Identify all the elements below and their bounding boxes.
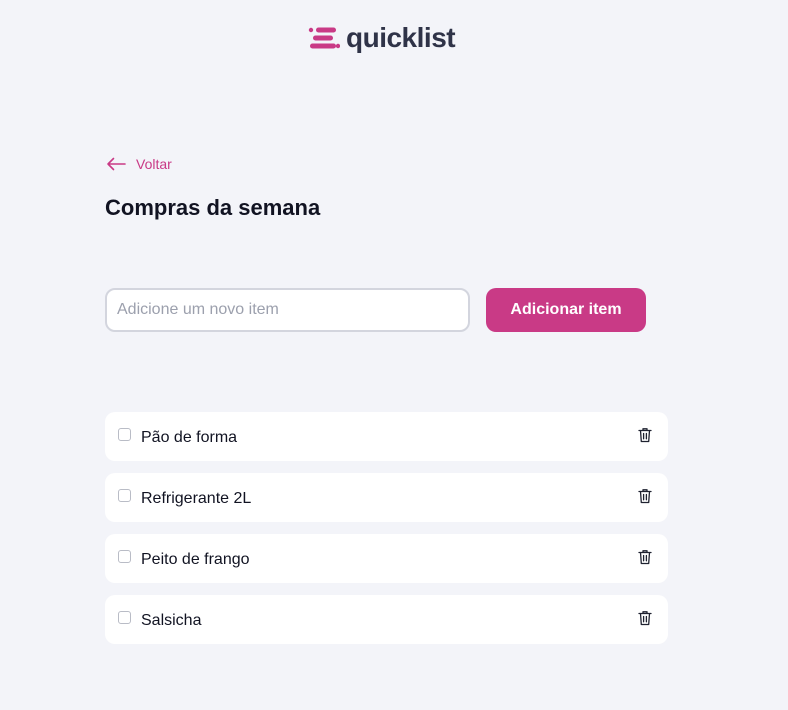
back-link-label: Voltar [136, 156, 172, 172]
list-item: Refrigerante 2L [105, 473, 668, 522]
item-checkbox[interactable] [118, 611, 131, 624]
trash-icon [638, 489, 652, 504]
delete-item-button[interactable] [635, 486, 655, 506]
back-link[interactable]: Voltar [106, 153, 172, 175]
item-label: Pão de forma [141, 428, 238, 446]
trash-icon [638, 550, 652, 565]
list-item: Peito de frango [105, 534, 668, 583]
add-item-button[interactable]: Adicionar item [486, 288, 646, 332]
delete-item-button[interactable] [635, 608, 655, 628]
item-checkbox[interactable] [118, 550, 131, 563]
delete-item-button[interactable] [635, 425, 655, 445]
app-name: quicklist [346, 22, 456, 53]
trash-icon [638, 428, 652, 443]
add-item-form: Adicionar item [105, 288, 646, 332]
delete-item-button[interactable] [635, 547, 655, 567]
list-lines-icon [308, 27, 340, 49]
shopping-list: Pão de forma Refrigerante 2L Peito de fr… [105, 412, 668, 656]
page-title: Compras da semana [105, 195, 321, 220]
item-label: Salsicha [141, 611, 202, 629]
list-item: Pão de forma [105, 412, 668, 461]
arrow-left-icon [107, 157, 126, 171]
app-logo: quicklist [308, 22, 456, 54]
trash-icon [638, 611, 652, 626]
new-item-input[interactable] [105, 288, 470, 332]
item-checkbox[interactable] [118, 428, 131, 441]
item-label: Peito de frango [141, 550, 250, 568]
item-label: Refrigerante 2L [141, 489, 252, 507]
item-checkbox[interactable] [118, 489, 131, 502]
list-item: Salsicha [105, 595, 668, 644]
